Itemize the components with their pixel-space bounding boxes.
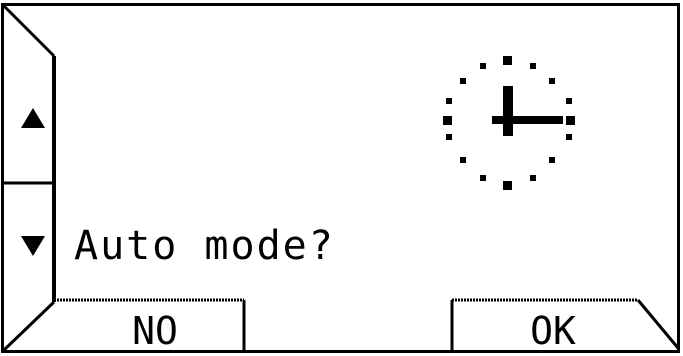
clock-icon (443, 56, 575, 190)
scroll-up-button[interactable] (10, 58, 54, 180)
scroll-down-button[interactable] (10, 186, 54, 300)
clock-minute-hand (492, 116, 563, 124)
ok-button[interactable] (450, 300, 642, 350)
no-button[interactable] (52, 300, 246, 350)
auto-mode-prompt: Auto mode? (74, 223, 335, 269)
clock-hour-hand (503, 86, 513, 136)
